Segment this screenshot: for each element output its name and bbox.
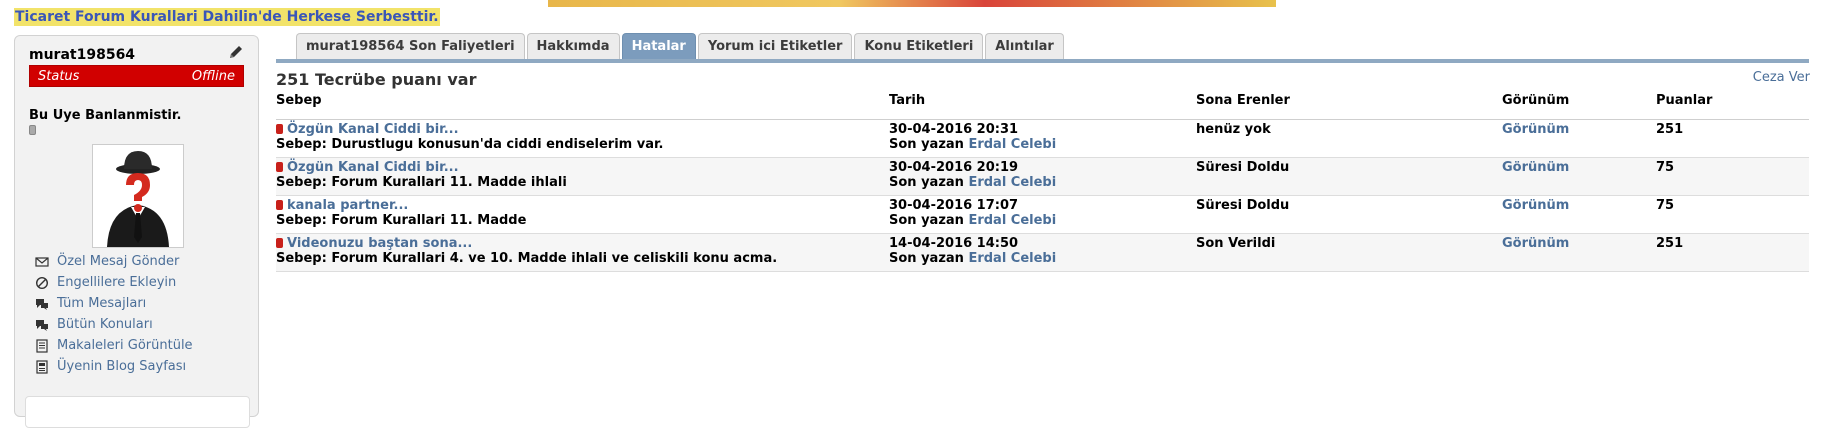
top-banner-ad[interactable]	[548, 0, 1276, 7]
infraction-reason: Sebep: Forum Kurallari 4. ve 10. Madde i…	[276, 251, 778, 266]
infraction-date: 30-04-2016 17:07	[889, 198, 1019, 213]
expiry-status: Son Verildi	[1196, 236, 1276, 251]
give-infraction-link[interactable]: Ceza Ver	[1753, 70, 1810, 85]
header-reason: Sebep	[276, 93, 322, 108]
all-messages-link[interactable]: Tüm Mesajları	[35, 293, 193, 314]
tab-quotes[interactable]: Alıntılar	[985, 33, 1064, 60]
by-label: Son yazan	[889, 213, 964, 228]
add-to-ignore-list-link[interactable]: Engellilere Ekleyin	[35, 272, 193, 293]
tab-infractions[interactable]: Hatalar	[621, 33, 696, 60]
expiry-status: Süresi Doldu	[1196, 160, 1290, 175]
block-icon	[35, 276, 49, 289]
view-link[interactable]: Görünüm	[1502, 122, 1569, 137]
view-link[interactable]: Görünüm	[1502, 160, 1569, 175]
points-value: 251	[1656, 236, 1684, 251]
by-label: Son yazan	[889, 137, 964, 152]
header-date: Tarih	[889, 93, 926, 108]
link-label: Makaleleri Görüntüle	[57, 338, 193, 353]
topic-title: Videonuzu baştan sona...	[287, 236, 473, 251]
infraction-reason: Sebep: Forum Kurallari 11. Madde	[276, 213, 527, 228]
link-label: Üyenin Blog Sayfası	[57, 359, 187, 374]
tab-recent-activity[interactable]: murat198564 Son Faliyetleri	[296, 33, 525, 60]
reputation-indicator	[29, 125, 36, 135]
points-value: 251	[1656, 122, 1684, 137]
infraction-flag-icon	[276, 238, 283, 248]
header-view: Görünüm	[1502, 93, 1570, 108]
pencil-edit-icon[interactable]	[228, 44, 244, 60]
banned-text: Bu Uye Banlanmistir.	[29, 108, 182, 123]
bowler-hat-man-avatar-icon	[93, 145, 183, 247]
all-threads-link[interactable]: Bütün Konuları	[35, 314, 193, 335]
infraction-date: 30-04-2016 20:31	[889, 122, 1019, 137]
profile-sidebar: murat198564 Status Offline Bu Uye Banlan…	[14, 35, 259, 428]
infraction-topic-link[interactable]: kanala partner...	[276, 198, 408, 213]
header-expiry: Sona Erenler	[1196, 93, 1290, 108]
infraction-flag-icon	[276, 200, 283, 210]
infraction-topic-link[interactable]: Özgün Kanal Ciddi bir...	[276, 122, 459, 137]
tab-about-me[interactable]: Hakkımda	[526, 33, 620, 60]
link-label: Özel Mesaj Gönder	[57, 254, 180, 269]
chat-bubbles-icon	[36, 298, 48, 310]
table-header: Sebep Tarih Sona Erenler Görünüm Puanlar	[276, 93, 1809, 120]
link-label: Tüm Mesajları	[57, 296, 147, 311]
view-link[interactable]: Görünüm	[1502, 198, 1569, 213]
table-row: Özgün Kanal Ciddi bir... Sebep: Forum Ku…	[276, 158, 1809, 196]
moderator-link[interactable]: Erdal Celebi	[968, 137, 1056, 152]
view-link[interactable]: Görünüm	[1502, 236, 1569, 251]
link-label: Bütün Konuları	[57, 317, 153, 332]
link-label: Engellilere Ekleyin	[57, 275, 177, 290]
infraction-reason: Sebep: Forum Kurallari 11. Madde ihlali	[276, 175, 567, 190]
infraction-topic-link[interactable]: Videonuzu baştan sona...	[276, 236, 472, 251]
topic-title: Özgün Kanal Ciddi bir...	[287, 160, 459, 175]
profile-tabs: murat198564 Son Faliyetleri Hakkımda Hat…	[296, 33, 1066, 60]
envelope-icon	[35, 256, 49, 267]
table-row: Videonuzu baştan sona... Sebep: Forum Ku…	[276, 234, 1809, 272]
last-poster: Son yazan Erdal Celebi	[889, 213, 1056, 228]
profile-actions: Özel Mesaj Gönder Engellilere Ekleyin Tü…	[35, 251, 193, 377]
infraction-flag-icon	[276, 124, 283, 134]
tab-comment-tags[interactable]: Yorum ici Etiketler	[697, 33, 853, 60]
table-row: Özgün Kanal Ciddi bir... Sebep: Durustlu…	[276, 120, 1809, 158]
blog-page-link[interactable]: Üyenin Blog Sayfası	[35, 356, 193, 377]
infraction-reason: Sebep: Durustlugu konusun'da ciddi endis…	[276, 137, 664, 152]
status-badge: Status Offline	[29, 65, 244, 87]
by-label: Son yazan	[889, 175, 964, 190]
status-value: Offline	[191, 69, 235, 84]
topic-title: kanala partner...	[287, 198, 409, 213]
moderator-link[interactable]: Erdal Celebi	[968, 251, 1056, 266]
last-poster: Son yazan Erdal Celebi	[889, 137, 1056, 152]
status-label: Status	[38, 69, 80, 84]
chat-bubbles-icon	[36, 319, 48, 331]
expiry-status: henüz yok	[1196, 122, 1271, 137]
header-points: Puanlar	[1656, 93, 1713, 108]
infraction-date: 30-04-2016 20:19	[889, 160, 1019, 175]
points-value: 75	[1656, 198, 1675, 213]
infractions-table: Sebep Tarih Sona Erenler Görünüm Puanlar…	[276, 93, 1809, 272]
topic-title: Özgün Kanal Ciddi bir...	[287, 122, 459, 137]
infraction-topic-link[interactable]: Özgün Kanal Ciddi bir...	[276, 160, 459, 175]
moderator-link[interactable]: Erdal Celebi	[968, 213, 1056, 228]
username: murat198564	[29, 47, 136, 63]
sidebar-subsection	[25, 396, 250, 428]
moderator-link[interactable]: Erdal Celebi	[968, 175, 1056, 190]
avatar[interactable]	[92, 144, 184, 248]
send-private-message-link[interactable]: Özel Mesaj Gönder	[35, 251, 193, 272]
page-title: 251 Tecrübe puanı var	[276, 70, 477, 89]
forum-notice: Ticaret Forum Kurallari Dahilin'de Herke…	[14, 8, 440, 26]
points-value: 75	[1656, 160, 1675, 175]
last-poster: Son yazan Erdal Celebi	[889, 251, 1056, 266]
tab-underline	[276, 59, 1809, 63]
by-label: Son yazan	[889, 251, 964, 266]
last-poster: Son yazan Erdal Celebi	[889, 175, 1056, 190]
view-articles-link[interactable]: Makaleleri Görüntüle	[35, 335, 193, 356]
infraction-date: 14-04-2016 14:50	[889, 236, 1019, 251]
blog-icon	[36, 359, 48, 374]
infraction-flag-icon	[276, 162, 283, 172]
expiry-status: Süresi Doldu	[1196, 198, 1290, 213]
tab-thread-tags[interactable]: Konu Etiketleri	[854, 33, 984, 60]
table-row: kanala partner... Sebep: Forum Kurallari…	[276, 196, 1809, 234]
article-icon	[36, 338, 48, 353]
